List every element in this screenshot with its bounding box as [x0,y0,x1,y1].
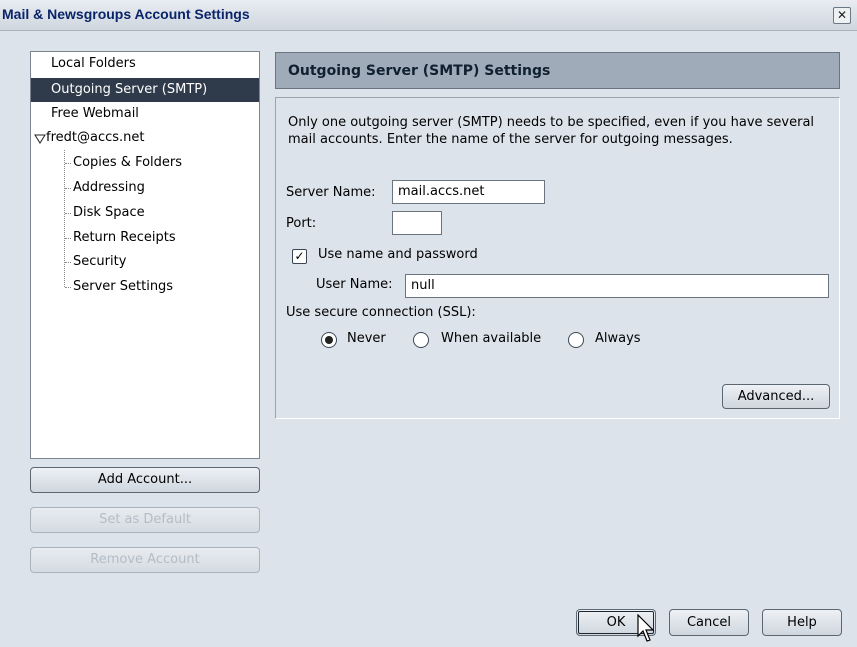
tree-guide-line [65,188,71,189]
tree-item-free-webmail[interactable]: Free Webmail [51,102,139,126]
tree-guide-line [64,150,65,287]
tree-item-label: fredt@accs.net [46,130,145,145]
server-name-field[interactable]: mail.accs.net [392,180,545,204]
tree-item-server-settings[interactable]: Server Settings [73,275,173,299]
tree-guide-line [65,238,71,239]
tree-item-label: Local Folders [51,56,136,71]
tree-item-copies-folders[interactable]: Copies & Folders [73,151,182,175]
tree-item-outgoing-server[interactable]: Outgoing Server (SMTP) [31,78,259,102]
tree-item-account-fredt[interactable]: fredt@accs.net [46,126,144,150]
tree-guide-line [65,287,71,288]
port-label: Port: [286,216,317,231]
tree-item-return-receipts[interactable]: Return Receipts [73,226,176,250]
ssl-never-radio[interactable] [321,332,337,348]
title-bar: Mail & Newsgroups Account Settings [0,0,857,31]
tree-item-label: Addressing [73,180,145,195]
cancel-button[interactable]: Cancel [669,609,749,636]
use-name-password-checkbox[interactable]: ✓ [292,249,307,264]
tree-item-label: Copies & Folders [73,155,183,170]
add-account-button[interactable]: Add Account... [30,467,260,493]
ssl-when-available-label: When available [441,331,542,346]
tree-guide-line [65,262,71,263]
ssl-label: Use secure connection (SSL): [286,305,476,320]
ssl-when-available-radio[interactable] [413,332,429,348]
description-text: Only one outgoing server (SMTP) needs to… [288,115,815,147]
user-name-label: User Name: [316,277,393,292]
tree-item-label: Server Settings [73,279,174,294]
use-name-password-label: Use name and password [318,247,478,262]
port-field[interactable] [392,211,442,235]
tree-item-label: Return Receipts [73,230,176,245]
user-name-field[interactable]: null [405,274,829,298]
server-name-label: Server Name: [286,185,376,200]
tree-guide-line [65,213,71,214]
close-icon[interactable] [833,7,851,24]
settings-header: Outgoing Server (SMTP) Settings [275,52,840,89]
settings-panel: Only one outgoing server (SMTP) needs to… [275,97,840,419]
mouse-cursor-icon [637,614,655,642]
set-as-default-button[interactable]: Set as Default [30,507,260,533]
ssl-always-radio[interactable] [568,332,584,348]
tree-item-security[interactable]: Security [73,250,126,274]
expand-triangle-icon[interactable] [33,132,47,146]
account-tree[interactable]: Local Folders Outgoing Server (SMTP) Fre… [30,51,260,459]
advanced-button[interactable]: Advanced... [722,384,830,409]
help-button[interactable]: Help [762,609,842,636]
tree-item-label: Outgoing Server (SMTP) [51,82,208,97]
ssl-never-label: Never [347,331,386,346]
tree-item-label: Free Webmail [51,106,139,121]
page-title: Outgoing Server (SMTP) Settings [288,63,551,79]
window-title: Mail & Newsgroups Account Settings [2,6,250,22]
tree-item-label: Security [73,254,127,269]
tree-item-local-folders[interactable]: Local Folders [51,52,136,76]
ssl-always-label: Always [595,331,641,346]
tree-item-label: Disk Space [73,205,145,220]
tree-item-disk-space[interactable]: Disk Space [73,201,145,225]
tree-item-addressing[interactable]: Addressing [73,176,145,200]
remove-account-button[interactable]: Remove Account [30,547,260,573]
tree-guide-line [65,163,71,164]
